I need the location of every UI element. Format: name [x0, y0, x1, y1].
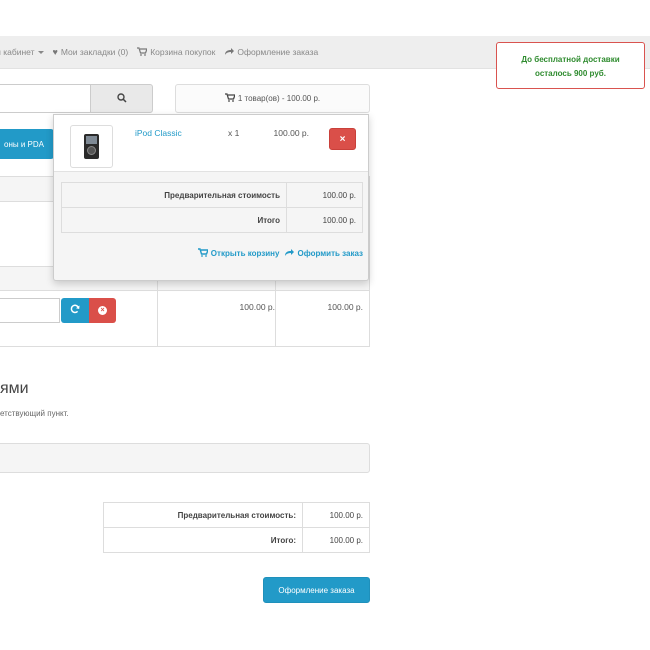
ipod-image	[84, 134, 99, 159]
total-value: 100.00 р.	[302, 527, 370, 553]
cart-link[interactable]: Корзина покупок	[137, 46, 216, 58]
share-icon	[224, 47, 235, 58]
dropdown-checkout-label: Оформить заказ	[297, 249, 363, 258]
free-shipping-notice: До бесплатной доставки осталось 900 руб.	[496, 42, 645, 89]
shopping-cart-icon	[137, 46, 149, 58]
total-label: Итого:	[103, 527, 303, 553]
quantity-input[interactable]	[0, 298, 60, 323]
header-cart-label: 1 товар(ов) - 100.00 р.	[237, 94, 321, 103]
table-row: Предварительная стоимость: 100.00 р.	[103, 502, 370, 528]
table-row: Итого 100.00 р.	[61, 207, 363, 233]
close-circle-icon: ×	[98, 306, 107, 315]
subtotal-label: Предварительная стоимость:	[103, 502, 303, 528]
open-cart-link[interactable]: Открыть корзину	[197, 248, 280, 259]
top-links: ый кабинет ♥ Мои закладки (0) Корзина по…	[0, 45, 327, 59]
table-row: Предварительная стоимость 100.00 р.	[61, 182, 363, 208]
menu-item-phones[interactable]: оны и PDA	[0, 129, 54, 159]
product-thumbnail[interactable]	[70, 125, 113, 168]
dropdown-item-row: iPod Classic x 1 100.00 р. ×	[54, 115, 368, 172]
subtotal-value: 100.00 р.	[302, 502, 370, 528]
dropdown-checkout-link[interactable]: Оформить заказ	[284, 248, 363, 259]
totals-table: Предварительная стоимость: 100.00 р. Ито…	[103, 502, 370, 553]
product-quantity: x 1	[228, 128, 240, 138]
shopping-cart-icon	[197, 248, 209, 259]
wishlist-label: Мои закладки (0)	[60, 47, 129, 57]
dropdown-subtotal-value: 100.00 р.	[286, 182, 363, 208]
refresh-icon	[70, 304, 80, 317]
row-total: 100.00 р.	[327, 302, 363, 312]
account-link[interactable]: ый кабинет	[0, 47, 44, 57]
heart-icon: ♥	[52, 47, 58, 57]
shipping-line-1: До бесплатной доставки	[521, 55, 620, 64]
dropdown-total-label: Итого	[61, 207, 287, 233]
checkout-label: Оформление заказа	[237, 47, 319, 57]
cart-dropdown: iPod Classic x 1 100.00 р. × Предварител…	[53, 114, 369, 281]
search-button[interactable]	[90, 84, 153, 113]
section-title: ями	[0, 380, 29, 397]
checkout-link[interactable]: Оформление заказа	[224, 47, 318, 58]
shipping-line-2: осталось 900 руб.	[535, 69, 606, 78]
menu-item-label: оны и PDA	[4, 139, 44, 149]
checkout-button-label: Оформление заказа	[278, 585, 355, 595]
dropdown-subtotal-label: Предварительная стоимость	[61, 182, 287, 208]
update-quantity-button[interactable]	[61, 298, 89, 323]
search-input[interactable]	[0, 84, 91, 113]
dropdown-links: Открыть корзину Оформить заказ	[54, 248, 363, 259]
product-name-link[interactable]: iPod Classic	[135, 128, 182, 138]
section-subtitle: етствующий пункт.	[0, 409, 69, 418]
shopping-cart-icon	[224, 93, 236, 104]
account-label: ый кабинет	[0, 47, 35, 57]
remove-item-button[interactable]: ×	[89, 298, 116, 323]
search-icon	[116, 92, 127, 105]
collapsible-panel[interactable]	[0, 443, 370, 473]
row-unit-price: 100.00 р.	[239, 302, 275, 312]
close-icon: ×	[339, 133, 346, 145]
caret-down-icon	[37, 50, 44, 54]
cart-label: Корзина покупок	[150, 47, 216, 57]
wishlist-link[interactable]: ♥ Мои закладки (0)	[53, 47, 129, 57]
table-row: Итого: 100.00 р.	[103, 527, 370, 553]
dropdown-total-value: 100.00 р.	[286, 207, 363, 233]
checkout-button[interactable]: Оформление заказа	[263, 577, 370, 603]
dropdown-remove-button[interactable]: ×	[329, 128, 356, 150]
share-icon	[284, 248, 295, 259]
open-cart-label: Открыть корзину	[210, 249, 280, 258]
product-price: 100.00 р.	[273, 128, 309, 138]
header-cart-button[interactable]: 1 товар(ов) - 100.00 р.	[175, 84, 370, 113]
dropdown-totals-table: Предварительная стоимость 100.00 р. Итог…	[61, 182, 363, 233]
